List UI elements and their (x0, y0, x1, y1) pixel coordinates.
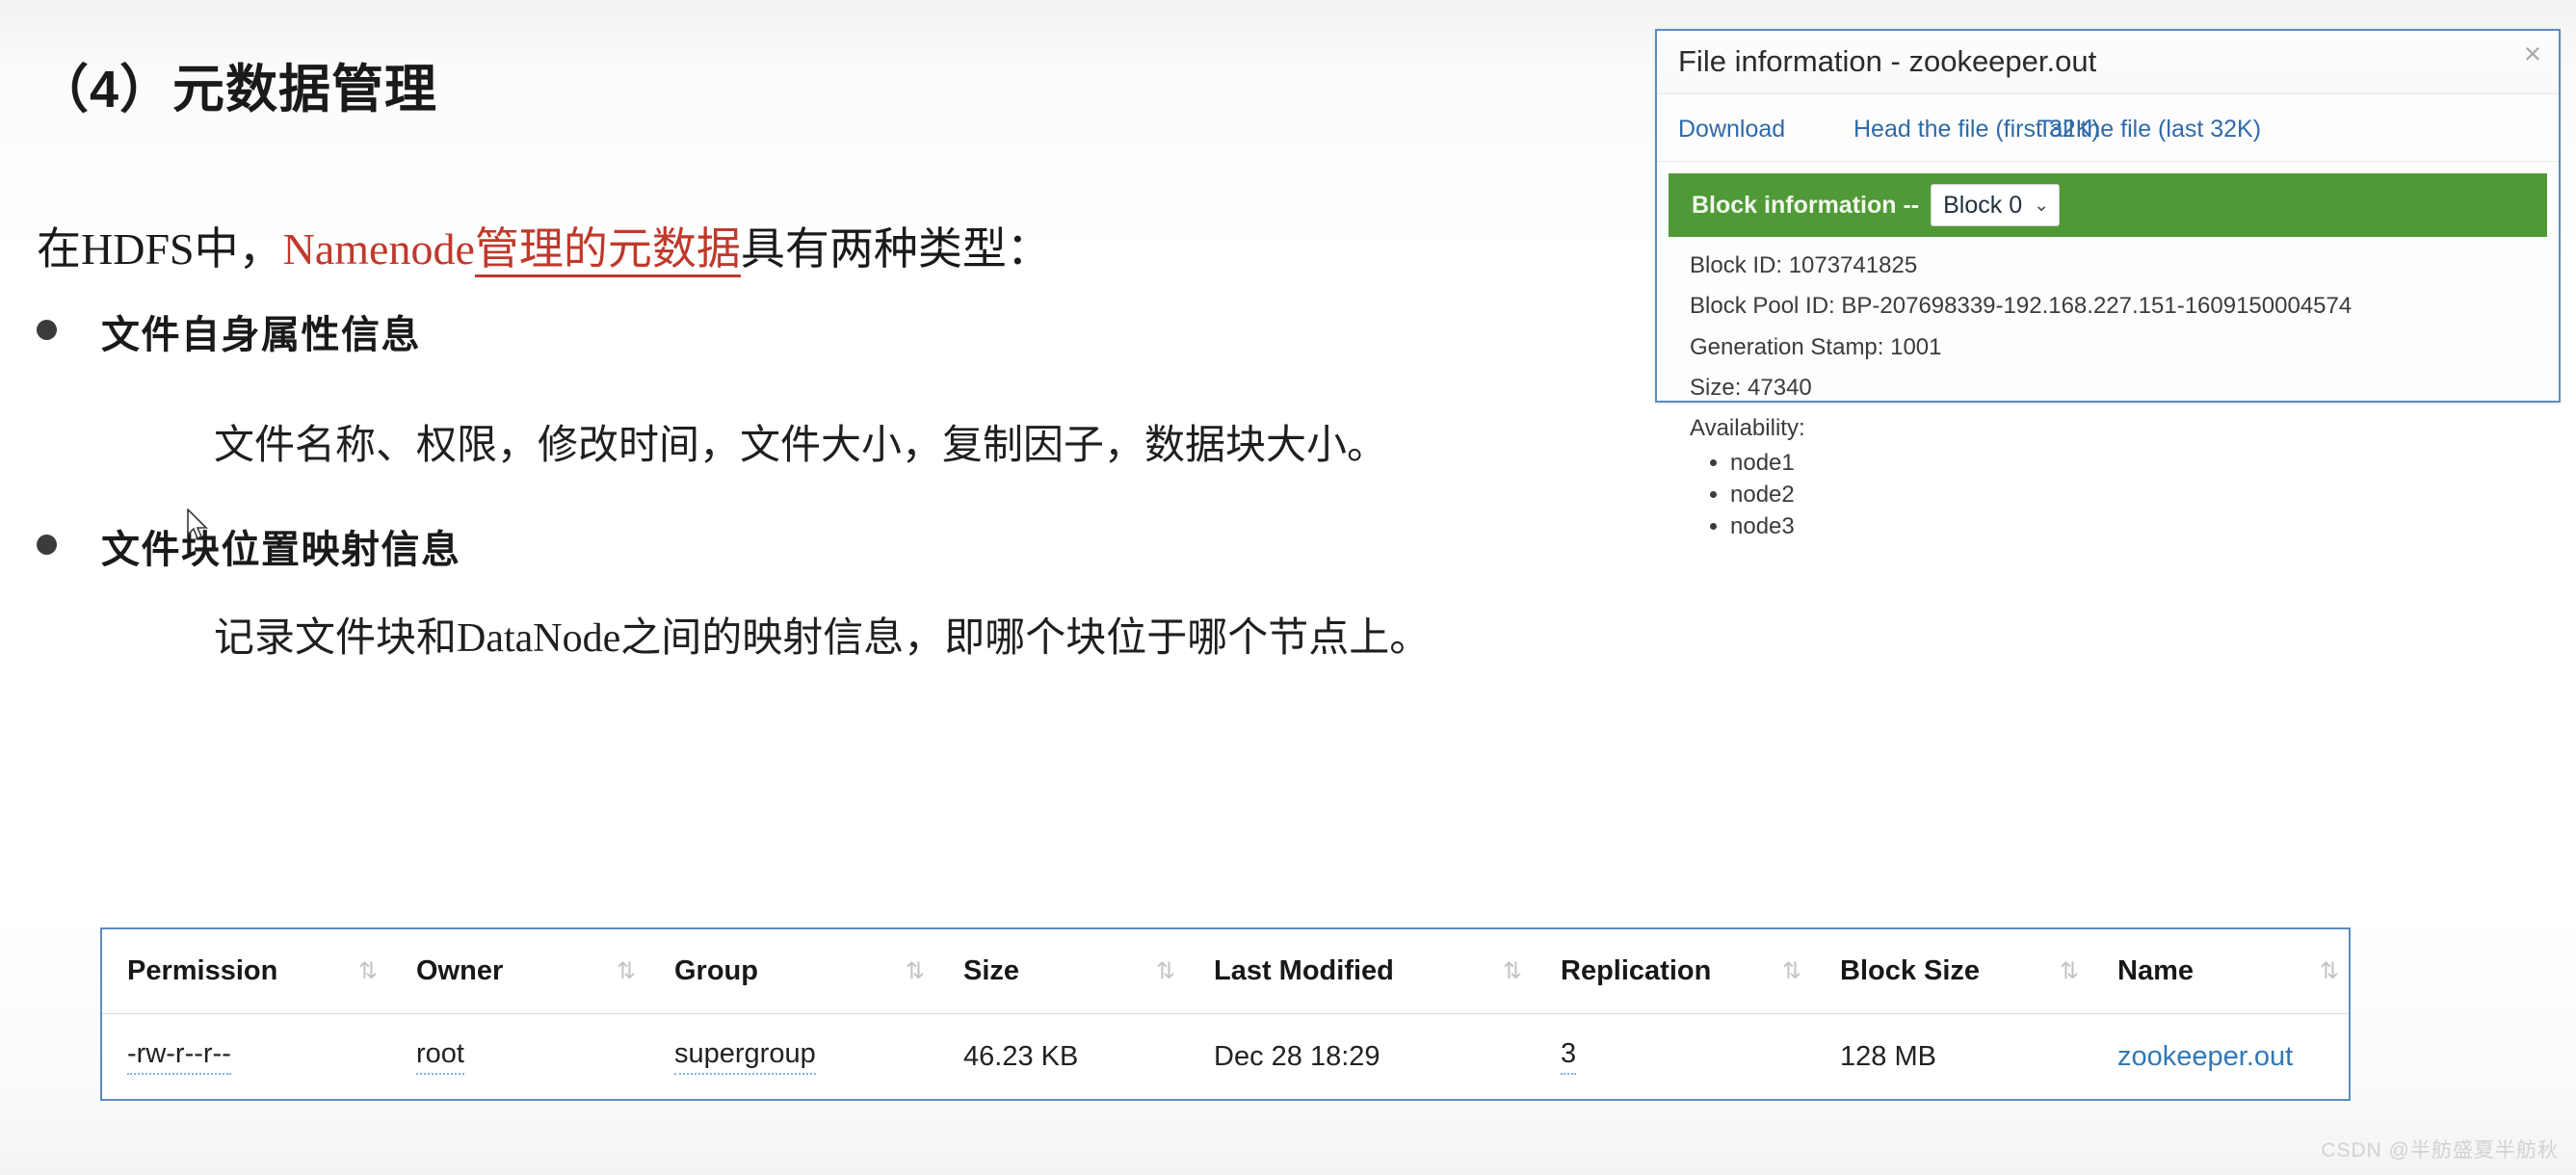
replication-value[interactable]: 3 (1561, 1038, 1577, 1075)
column-header-owner[interactable]: Owner ⇅ (391, 929, 649, 1013)
last-modified-value: Dec 28 18:29 (1214, 1040, 1380, 1072)
cell-replication: 3 (1536, 1014, 1815, 1099)
cell-permission: -rw-r--r-- (102, 1014, 391, 1099)
download-link[interactable]: Download (1678, 116, 1785, 144)
watermark: CSDN @半舫盛夏半舫秋 (2321, 1139, 2559, 1162)
generation-stamp-text: Generation Stamp: 1001 (1690, 333, 1942, 360)
column-header-block-size[interactable]: Block Size ⇅ (1815, 929, 2092, 1013)
column-label: Owner (416, 955, 504, 986)
block-pool-id-text: Block Pool ID: BP-207698339-192.168.227.… (1690, 293, 2353, 320)
bullet-item-1: 文件自身属性信息 (37, 303, 421, 359)
block-select-value: Block 0 (1943, 191, 2023, 219)
list-item: node2 (1730, 480, 2559, 511)
intro-part2: 具有两种类型： (740, 224, 1051, 274)
sort-icon[interactable]: ⇅ (1156, 957, 1175, 985)
sort-icon[interactable]: ⇅ (1782, 957, 1801, 985)
file-browser-table: Permission ⇅ Owner ⇅ Group ⇅ Size ⇅ Last… (100, 927, 2351, 1101)
list-item: node1 (1730, 448, 2559, 480)
column-label: Name (2117, 955, 2194, 986)
block-information-bar: Block information -- Block 0 ⌄ (1669, 173, 2547, 237)
column-label: Size (963, 955, 1020, 986)
cell-group: supergroup (649, 1014, 938, 1099)
bullet-dot-icon (37, 320, 57, 340)
intro-paragraph: 在HDFS中，Namenode管理的元数据具有两种类型： (37, 214, 1051, 277)
column-header-replication[interactable]: Replication ⇅ (1536, 929, 1815, 1013)
slide-content: （4）元数据管理 在HDFS中，Namenode管理的元数据具有两种类型： 文件… (0, 0, 1657, 867)
sort-icon[interactable]: ⇅ (2320, 957, 2339, 985)
sort-icon[interactable]: ⇅ (2060, 957, 2079, 985)
group-value[interactable]: supergroup (674, 1038, 816, 1075)
block-select-dropdown[interactable]: Block 0 ⌄ (1931, 184, 2061, 226)
column-header-group[interactable]: Group ⇅ (649, 929, 938, 1013)
column-label: Group (674, 955, 758, 986)
column-label: Last Modified (1214, 955, 1394, 986)
bullet-item-2: 文件块位置映射信息 (37, 518, 461, 574)
block-details: Block ID: 1073741825 Block Pool ID: BP-2… (1657, 237, 2559, 542)
cell-name: zookeeper.out (2092, 1014, 2353, 1099)
block-information-label: Block information -- (1692, 191, 1920, 219)
column-header-name[interactable]: Name ⇅ (2092, 929, 2353, 1013)
block-size-text: Size: 47340 (1690, 374, 1812, 401)
owner-value[interactable]: root (416, 1038, 464, 1075)
cell-owner: root (391, 1014, 649, 1099)
column-label: Replication (1561, 955, 1712, 986)
availability-label: Availability: (1690, 415, 1805, 442)
bullet-dot-icon (37, 535, 57, 555)
close-icon[interactable]: × (2524, 39, 2541, 68)
panel-header: File information - zookeeper.out × (1657, 31, 2559, 94)
bullet-label-1: 文件自身属性信息 (101, 314, 421, 356)
cell-size: 46.23 KB (938, 1014, 1189, 1099)
cell-block-size: 128 MB (1815, 1014, 2092, 1099)
table-row: -rw-r--r-- root supergroup 46.23 KB Dec … (102, 1014, 2349, 1099)
bullet-detail-1: 文件名称、权限，修改时间，文件大小，复制因子，数据块大小。 (214, 424, 1388, 468)
intro-highlight-namenode: Namenode (282, 224, 475, 274)
list-item: node3 (1730, 511, 2559, 543)
column-header-last-modified[interactable]: Last Modified ⇅ (1189, 929, 1536, 1013)
file-information-panel: File information - zookeeper.out × Downl… (1655, 29, 2561, 539)
block-id-text: Block ID: 1073741825 (1690, 252, 1918, 278)
table-header-row: Permission ⇅ Owner ⇅ Group ⇅ Size ⇅ Last… (102, 929, 2349, 1014)
column-label: Permission (127, 955, 278, 986)
mouse-cursor-icon (187, 509, 208, 540)
tail-file-link[interactable]: Tail the file (last 32K) (2037, 116, 2261, 144)
panel-title: File information - zookeeper.out (1678, 44, 2097, 78)
intro-highlight-metadata: 管理的元数据 (474, 224, 741, 277)
permission-value[interactable]: -rw-r--r-- (127, 1038, 231, 1075)
column-header-permission[interactable]: Permission ⇅ (102, 929, 391, 1013)
sort-icon[interactable]: ⇅ (1503, 957, 1522, 985)
block-size-value: 128 MB (1840, 1040, 1936, 1072)
size-value: 46.23 KB (963, 1040, 1079, 1072)
sort-icon[interactable]: ⇅ (358, 957, 378, 985)
cell-last-modified: Dec 28 18:29 (1189, 1014, 1536, 1099)
panel-actions: Download Head the file (first 32K) Tail … (1657, 94, 2559, 162)
chevron-down-icon: ⌄ (2034, 195, 2050, 216)
sort-icon[interactable]: ⇅ (617, 957, 636, 985)
availability-node-list: node1 node2 node3 (1730, 448, 2559, 542)
intro-part1: 在HDFS中， (37, 224, 283, 274)
bullet-detail-2: 记录文件块和DataNode之间的映射信息，即哪个块位于哪个节点上。 (214, 616, 1431, 661)
page-title: （4）元数据管理 (37, 61, 438, 118)
column-header-size[interactable]: Size ⇅ (938, 929, 1189, 1013)
column-label: Block Size (1840, 955, 1981, 986)
sort-icon[interactable]: ⇅ (906, 957, 925, 985)
file-name-link[interactable]: zookeeper.out (2117, 1041, 2293, 1073)
bullet-label-2: 文件块位置映射信息 (101, 529, 461, 571)
